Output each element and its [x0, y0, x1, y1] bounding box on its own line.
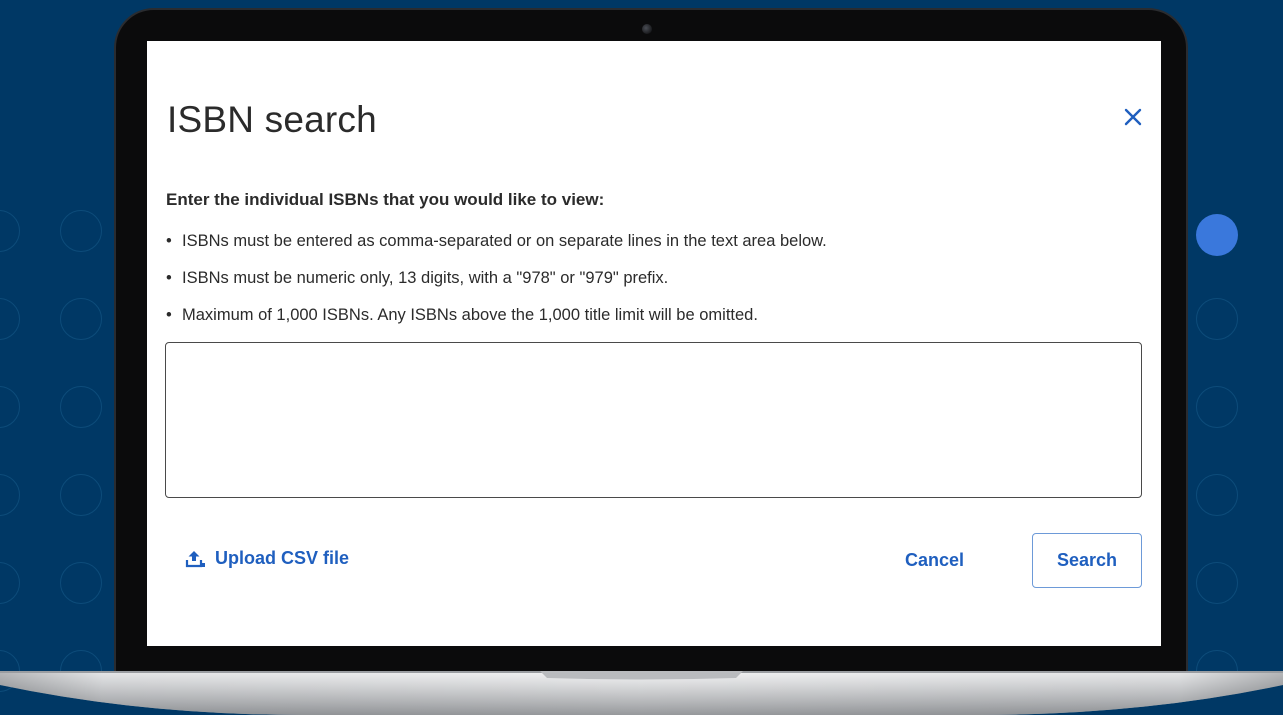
- instructions-heading: Enter the individual ISBNs that you woul…: [166, 190, 605, 209]
- decor-circle: [1196, 562, 1238, 604]
- rule-text: Maximum of 1,000 ISBNs. Any ISBNs above …: [182, 306, 758, 324]
- decor-circle: [0, 386, 20, 428]
- decor-circle: [0, 562, 20, 604]
- decor-circle: [60, 386, 102, 428]
- laptop-screen: ISBN search Enter the individual ISBNs t…: [147, 41, 1161, 646]
- rule-text: ISBNs must be entered as comma-separated…: [182, 232, 827, 250]
- decor-circle: [1196, 474, 1238, 516]
- laptop-base: [0, 671, 1283, 715]
- search-button[interactable]: Search: [1032, 533, 1142, 588]
- decor-circle: [60, 562, 102, 604]
- decor-circle: [1196, 386, 1238, 428]
- decor-circle: [60, 474, 102, 516]
- decor-circle-filled: [1196, 214, 1238, 256]
- camera-icon: [642, 24, 652, 34]
- decor-circle: [1196, 298, 1238, 340]
- upload-csv-link[interactable]: Upload CSV file: [185, 548, 349, 569]
- upload-label: Upload CSV file: [215, 548, 350, 568]
- close-button[interactable]: [1121, 105, 1145, 129]
- close-icon: [1124, 108, 1142, 126]
- decor-circle: [60, 298, 102, 340]
- rules-list: • ISBNs must be entered as comma-separate…: [166, 231, 827, 342]
- rule-item: • Maximum of 1,000 ISBNs. Any ISBNs above…: [166, 306, 758, 324]
- decor-circle: [0, 474, 20, 516]
- upload-icon: [185, 550, 205, 567]
- decor-circle: [60, 210, 102, 252]
- isbn-textarea[interactable]: [165, 342, 1142, 498]
- rule-text: ISBNs must be numeric only, 13 digits, w…: [182, 269, 669, 287]
- cancel-button[interactable]: Cancel: [899, 547, 970, 573]
- decor-circle: [0, 210, 20, 252]
- rule-item: • ISBNs must be entered as comma-separate…: [166, 232, 827, 250]
- dialog-title: ISBN search: [167, 99, 377, 140]
- rule-item: • ISBNs must be numeric only, 13 digits, …: [166, 269, 669, 287]
- decor-circle: [0, 298, 20, 340]
